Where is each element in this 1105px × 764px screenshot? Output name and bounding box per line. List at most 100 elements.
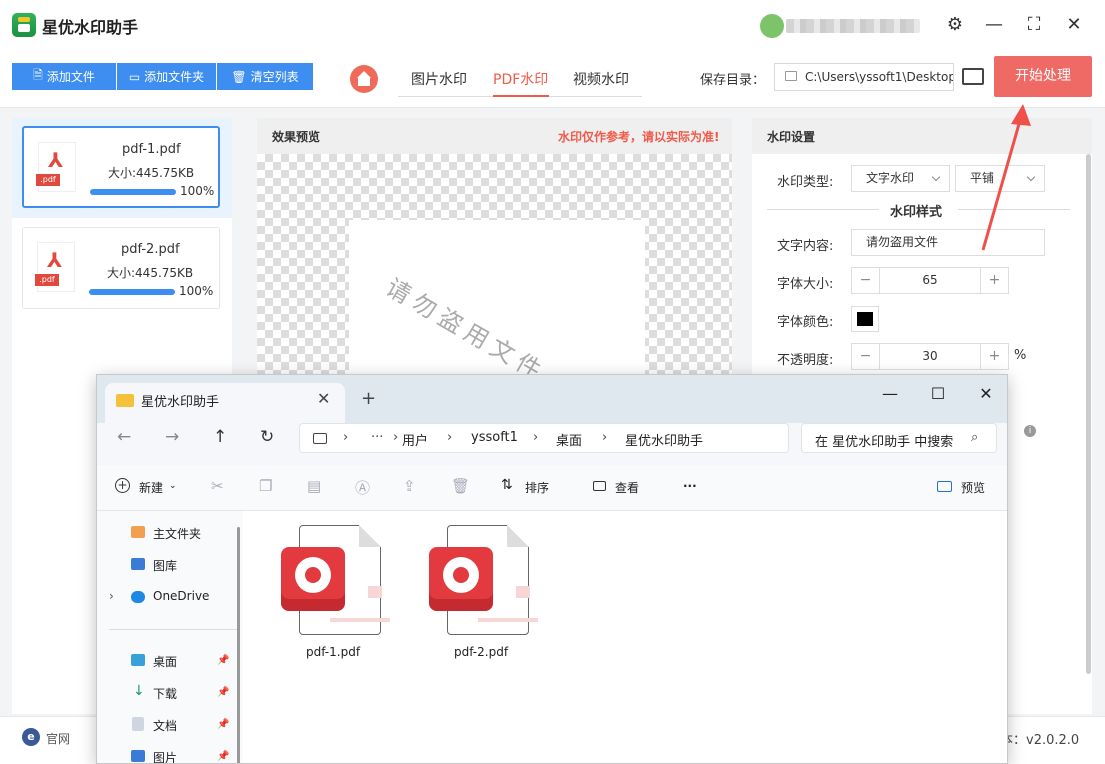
folder-icon [116,394,134,407]
increment-button[interactable]: + [980,344,1008,369]
desktop-icon [131,654,145,666]
breadcrumb-item[interactable]: 用户 [402,430,428,449]
breadcrumb-item[interactable]: yssoft1 [471,430,518,445]
save-path-input[interactable]: C:\Users\yssoft1\Desktop [774,63,954,91]
tab-pdf-watermark[interactable]: PDF水印 [493,69,548,89]
onedrive-icon [131,591,145,603]
app-titlebar [0,0,1105,52]
start-processing-button[interactable]: 开始处理 [994,56,1092,97]
add-folder-button[interactable]: ▭ 添加文件夹 [117,63,216,90]
avatar[interactable] [760,14,784,38]
breadcrumb-item[interactable]: 桌面 [556,430,582,449]
rename-icon[interactable]: Ⓐ [355,477,370,498]
new-tab-button[interactable]: + [361,388,376,409]
navigation-scrollbar[interactable] [237,527,240,763]
file-card[interactable]: ⅄ .pdf pdf-2.pdf 大小:445.75KB 100% [22,227,220,309]
sidebar-item-pictures[interactable]: 图片 [153,749,177,763]
preview-title: 效果预览 [272,130,321,144]
view-button[interactable]: 查看 [615,479,639,496]
file-item-name[interactable]: pdf-2.pdf [454,645,508,659]
add-file-button[interactable]: 🗎 添加文件 [12,63,116,90]
save-directory-label: 保存目录： [700,73,766,88]
refresh-icon[interactable]: ↻ [260,427,274,447]
sidebar-item-desktop[interactable]: 桌面 [153,653,177,670]
chevron-down-icon [931,172,941,182]
close-button[interactable]: ✕ [1061,12,1087,38]
cut-icon[interactable]: ✂ [211,477,224,495]
command-bar [97,465,1007,511]
sort-icon: ⇅ [501,477,513,493]
forward-icon[interactable]: → [165,427,179,447]
font-size-stepper[interactable]: − 65 + [851,267,1009,294]
up-icon[interactable]: ↑ [213,427,227,447]
copy-icon[interactable]: ❐ [259,477,272,495]
settings-title: 水印设置 [767,130,816,144]
decrement-button[interactable]: − [852,268,880,293]
home-button[interactable] [350,65,378,93]
breadcrumb-item[interactable]: 星优水印助手 [625,430,703,449]
sidebar-item-documents[interactable]: 文档 [153,717,177,734]
progress-bar [89,289,175,295]
close-button[interactable]: ✕ [971,381,1001,407]
chevron-right-icon: › [343,430,349,445]
user-name-blurred [786,19,920,33]
more-button[interactable]: ··· [683,479,697,493]
file-explorer-window: 星优水印助手 ✕ + — ☐ ✕ ← → ↑ ↻ › ··· › 用户 › ys… [96,374,1008,764]
file-item[interactable] [429,525,538,637]
pin-icon[interactable]: 📌 [217,687,229,698]
clear-list-button[interactable]: 🗑 清空列表 [217,63,313,90]
tab-image-watermark[interactable]: 图片水印 [411,69,467,89]
sort-button[interactable]: 排序 [525,479,549,496]
app-title: 星优水印助手 [42,18,139,37]
watermark-type-select[interactable]: 文字水印 [851,165,950,192]
preview-note: 水印仅作参考，请以实际为准! [558,130,720,144]
font-color-picker[interactable] [851,306,879,332]
more-path-icon[interactable]: ··· [371,430,383,445]
decrement-button[interactable]: − [852,344,880,369]
settings-scrollbar[interactable] [1086,154,1091,674]
opacity-value: 30 [922,349,938,363]
download-icon: ↓ [133,683,145,699]
watermark-type-label: 水印类型: [777,175,834,190]
share-icon[interactable]: ⇪ [403,477,416,495]
file-card[interactable]: ⅄ .pdf pdf-1.pdf 大小:445.75KB 100% [22,126,220,208]
file-item-name[interactable]: pdf-1.pdf [306,645,360,659]
chevron-right-icon: › [602,430,608,445]
file-item[interactable] [281,525,390,637]
new-button[interactable]: 新建 [139,479,163,496]
info-icon[interactable]: i [1024,425,1036,437]
back-icon[interactable]: ← [117,427,131,447]
pin-icon[interactable]: 📌 [217,751,229,762]
minimize-button[interactable]: — [981,12,1007,38]
search-input[interactable]: 在 星优水印助手 中搜索 [815,431,955,450]
open-folder-button[interactable] [962,68,984,85]
website-link[interactable]: 官网 [46,730,70,747]
chevron-right-icon[interactable]: › [109,589,114,603]
gallery-icon [131,558,145,570]
preview-pane-button[interactable]: 预览 [961,479,985,496]
divider [767,209,879,210]
opacity-unit: % [1014,348,1027,363]
website-icon[interactable]: e [22,728,40,746]
delete-icon[interactable]: 🗑 [451,477,470,495]
active-tab-indicator [493,95,549,97]
increment-button[interactable]: + [980,268,1008,293]
trash-icon: 🗑 [231,69,247,84]
close-tab-icon[interactable]: ✕ [317,389,330,408]
file-name: pdf-2.pdf [121,242,180,257]
minimize-button[interactable]: — [875,381,905,407]
sidebar-item-home[interactable]: 主文件夹 [153,525,201,542]
watermark-type-value: 文字水印 [866,171,915,185]
settings-icon[interactable]: ⚙ [942,12,968,38]
opacity-stepper[interactable]: − 30 + [851,343,1009,370]
pdf-file-icon: ⅄ .pdf [35,242,75,292]
maximize-button[interactable]: ⛶ [1021,12,1047,38]
pin-icon[interactable]: 📌 [217,655,229,666]
sidebar-item-gallery[interactable]: 图库 [153,557,177,574]
paste-icon[interactable]: ▤ [307,477,321,495]
sidebar-item-downloads[interactable]: 下载 [153,685,177,702]
pin-icon[interactable]: 📌 [217,719,229,730]
tab-video-watermark[interactable]: 视频水印 [573,69,629,89]
maximize-button[interactable]: ☐ [923,381,953,407]
sidebar-item-onedrive[interactable]: OneDrive [153,589,209,603]
